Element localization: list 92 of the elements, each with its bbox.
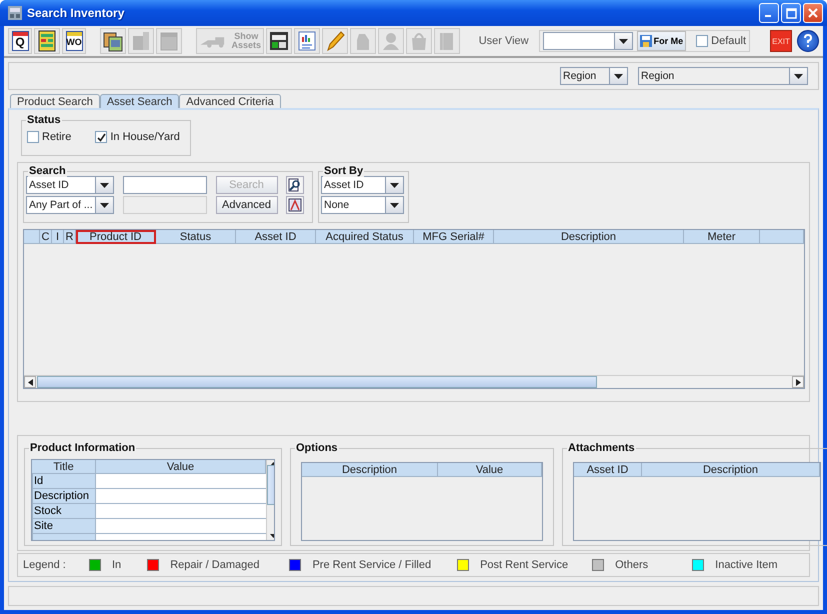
search-icon[interactable] — [286, 176, 304, 194]
question-mark-icon — [803, 34, 813, 48]
search-field[interactable] — [122, 176, 207, 194]
tab[interactable]: Asset Search — [100, 94, 180, 108]
column-header[interactable]: Product ID — [76, 230, 156, 244]
calendar-icon — [159, 30, 179, 52]
dropdown[interactable]: Asset ID — [321, 176, 404, 194]
person-icon — [381, 30, 401, 52]
checkbox-label: Default — [711, 35, 746, 47]
row-header: Description — [32, 489, 96, 504]
value-cell[interactable] — [96, 519, 266, 534]
report-icon — [269, 30, 289, 52]
column-header[interactable]: Description — [302, 463, 438, 477]
group-title: Product Information — [29, 442, 136, 454]
dropdown[interactable]: Asset ID — [26, 176, 114, 194]
group-title: Attachments — [567, 442, 636, 454]
column-header[interactable]: MFG Serial# — [414, 230, 494, 244]
caret-icon — [390, 202, 399, 208]
window-title: Search Inventory — [27, 6, 126, 20]
dropdown[interactable]: Region — [560, 67, 628, 85]
legend-text: Pre Rent Service / Filled — [312, 559, 432, 571]
column-header[interactable]: C — [40, 230, 52, 244]
caret-icon — [100, 202, 109, 208]
column-header[interactable]: I — [52, 230, 64, 244]
checkbox[interactable] — [95, 131, 108, 143]
row-header: Id — [32, 474, 96, 489]
caret-icon — [100, 182, 109, 188]
dropdown[interactable]: Any Part of ... — [26, 196, 114, 214]
pencil-icon — [325, 30, 345, 52]
toolbar-button[interactable]: Q — [8, 28, 32, 54]
maximize-button[interactable] — [781, 3, 801, 23]
legend-text: Inactive Item — [715, 559, 778, 571]
value-cell[interactable] — [96, 474, 266, 489]
bag-icon — [409, 30, 429, 52]
dropdown[interactable]: None — [321, 196, 404, 214]
toolbar-button[interactable] — [266, 28, 292, 54]
tab[interactable]: Advanced Criteria — [179, 94, 281, 108]
checkbox-label: In House/Yard — [110, 131, 180, 143]
help-button[interactable] — [797, 30, 819, 52]
legend-text: Repair / Damaged — [170, 559, 260, 571]
advanced-button[interactable]: Advanced — [216, 196, 278, 214]
close-icon — [808, 8, 818, 18]
document-icon: Q — [12, 31, 28, 51]
header-filler — [760, 230, 804, 244]
user-view-label: User View — [478, 35, 529, 47]
group-title: Status — [26, 114, 62, 126]
column-header[interactable]: Asset ID — [236, 230, 316, 244]
checkbox-label: Retire — [42, 131, 72, 143]
copy-icon — [103, 30, 123, 52]
minimize-button[interactable] — [759, 3, 779, 23]
column-header[interactable]: Asset ID — [574, 463, 642, 477]
column-header[interactable]: Value — [438, 463, 542, 477]
legend-text: Others — [615, 559, 648, 571]
dropdown[interactable]: Region — [638, 67, 808, 85]
group-title: Options — [295, 442, 339, 454]
group-title: Sort By — [323, 165, 364, 177]
group-title: Search — [28, 165, 67, 177]
save-view-button[interactable]: For Me — [636, 31, 686, 51]
toolbar-button[interactable] — [34, 28, 60, 54]
caret-icon — [618, 38, 628, 44]
value-cell[interactable] — [96, 489, 266, 504]
dropdown[interactable] — [542, 32, 633, 50]
column-header[interactable]: Description — [642, 463, 820, 477]
column-header[interactable]: Meter — [684, 230, 760, 244]
horizontal-scrollbar[interactable] — [24, 375, 804, 388]
column-header[interactable]: R — [64, 230, 76, 244]
legend-label: Legend : — [23, 559, 67, 571]
window-icon — [8, 6, 22, 20]
tab[interactable]: Product Search — [10, 94, 100, 108]
chart-icon — [297, 30, 317, 52]
caret-icon — [390, 182, 399, 188]
toolbar-button[interactable] — [294, 28, 320, 54]
value-cell[interactable] — [96, 504, 266, 519]
caret-icon — [794, 74, 803, 78]
checkbox[interactable] — [27, 131, 39, 143]
legend-text: Post Rent Service — [480, 559, 568, 571]
column-header[interactable]: Status — [156, 230, 236, 244]
advanced-search-icon[interactable] — [286, 196, 304, 214]
toolbar-button[interactable] — [100, 28, 126, 54]
row-header: Site — [32, 519, 96, 534]
legend-text: In — [112, 559, 122, 571]
checkbox[interactable] — [696, 35, 708, 47]
box-icon — [131, 30, 151, 52]
maximize-icon — [786, 8, 796, 18]
right-arrow-icon — [796, 378, 800, 386]
column-header[interactable]: Acquired Status — [316, 230, 414, 244]
row-header: Stock — [32, 504, 96, 519]
column-header[interactable]: Description — [494, 230, 684, 244]
left-arrow-icon — [28, 378, 32, 386]
spreadsheet-icon — [37, 30, 57, 52]
close-button[interactable] — [803, 3, 823, 23]
caret-icon — [614, 74, 623, 78]
